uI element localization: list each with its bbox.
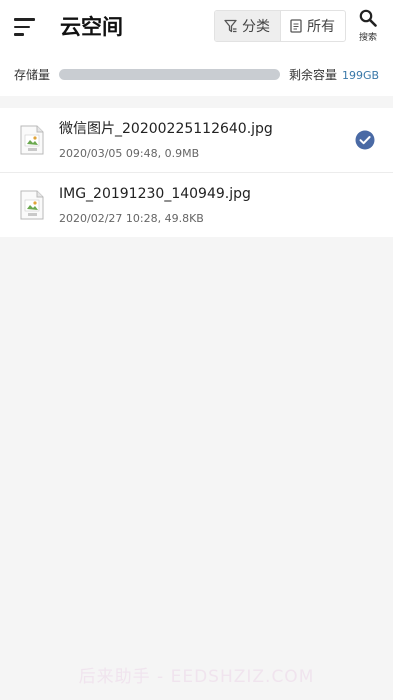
remaining-capacity-label: 剩余容量 (289, 68, 338, 82)
file-row[interactable]: 微信图片_20200225112640.jpg 2020/03/05 09:48… (0, 108, 393, 172)
remaining-capacity-value: 199GB (342, 69, 380, 82)
file-meta: 2020/03/05 09:48, 0.9MB (59, 147, 200, 160)
storage-label: 存储量 (14, 68, 51, 82)
search-label: 搜索 (358, 33, 377, 43)
storage-progress-fill (59, 69, 280, 80)
filter-icon (224, 19, 237, 33)
classify-label: 分类 (242, 19, 270, 35)
file-meta: 2020/02/27 10:28, 49.8KB (59, 212, 204, 225)
file-name: IMG_20191230_140949.jpg (59, 186, 251, 202)
file-list: 微信图片_20200225112640.jpg 2020/03/05 09:48… (0, 108, 393, 237)
search-button[interactable]: 搜索 (355, 9, 381, 43)
page-title: 云空间 (60, 15, 123, 39)
classify-button[interactable]: 分类 (215, 11, 281, 41)
search-icon (359, 9, 377, 27)
document-icon (290, 19, 302, 33)
storage-progress-bar (59, 69, 280, 80)
menu-icon[interactable] (14, 17, 36, 37)
watermark: 后来助手 - EEDSHZIZ.COM (78, 667, 315, 687)
file-name: 微信图片_20200225112640.jpg (59, 121, 273, 137)
all-button[interactable]: 所有 (281, 11, 345, 41)
image-file-icon (20, 125, 44, 155)
checked-circle-icon[interactable] (355, 130, 375, 150)
app-header: 云空间 分类 所有 搜索 存储量 剩余容量 199GB (0, 0, 393, 96)
filter-toggle: 分类 所有 (214, 10, 346, 42)
file-row[interactable]: IMG_20191230_140949.jpg 2020/02/27 10:28… (0, 172, 393, 237)
image-file-icon (20, 190, 44, 220)
all-label: 所有 (307, 19, 335, 35)
